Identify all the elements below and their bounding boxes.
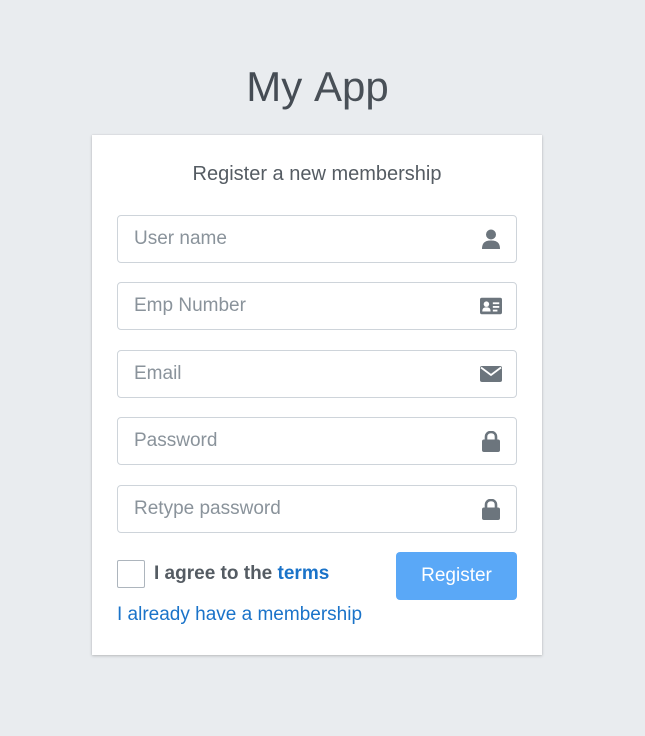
register-message: Register a new membership <box>192 163 442 185</box>
agree-terms-checkbox[interactable] <box>117 560 145 588</box>
username-field <box>117 215 517 263</box>
agree-text: I agree to the <box>154 563 273 584</box>
id-card-icon <box>480 295 502 317</box>
envelope-icon <box>480 363 502 385</box>
user-icon <box>480 228 502 250</box>
emp-number-input[interactable] <box>118 283 474 329</box>
logo-light-text: App <box>313 63 389 110</box>
password-field <box>117 417 517 465</box>
register-card: Register a new membership User name Emp … <box>92 135 542 655</box>
username-input[interactable] <box>118 216 474 262</box>
email-input[interactable] <box>118 351 474 397</box>
retype-password-field <box>117 485 517 533</box>
lock-icon <box>480 430 502 452</box>
logo-bold-text: My <box>246 63 303 110</box>
email-field <box>117 350 517 398</box>
retype-password-input[interactable] <box>118 486 474 532</box>
login-link[interactable]: I already have a membership <box>117 604 362 626</box>
emp-number-field <box>117 282 517 330</box>
register-button[interactable]: Register <box>396 552 517 600</box>
lock-icon <box>480 498 502 520</box>
app-logo[interactable]: My App <box>0 62 635 112</box>
password-input[interactable] <box>118 418 474 464</box>
terms-link[interactable]: terms <box>278 563 330 584</box>
agree-terms-label: I agree to the terms <box>154 563 329 585</box>
